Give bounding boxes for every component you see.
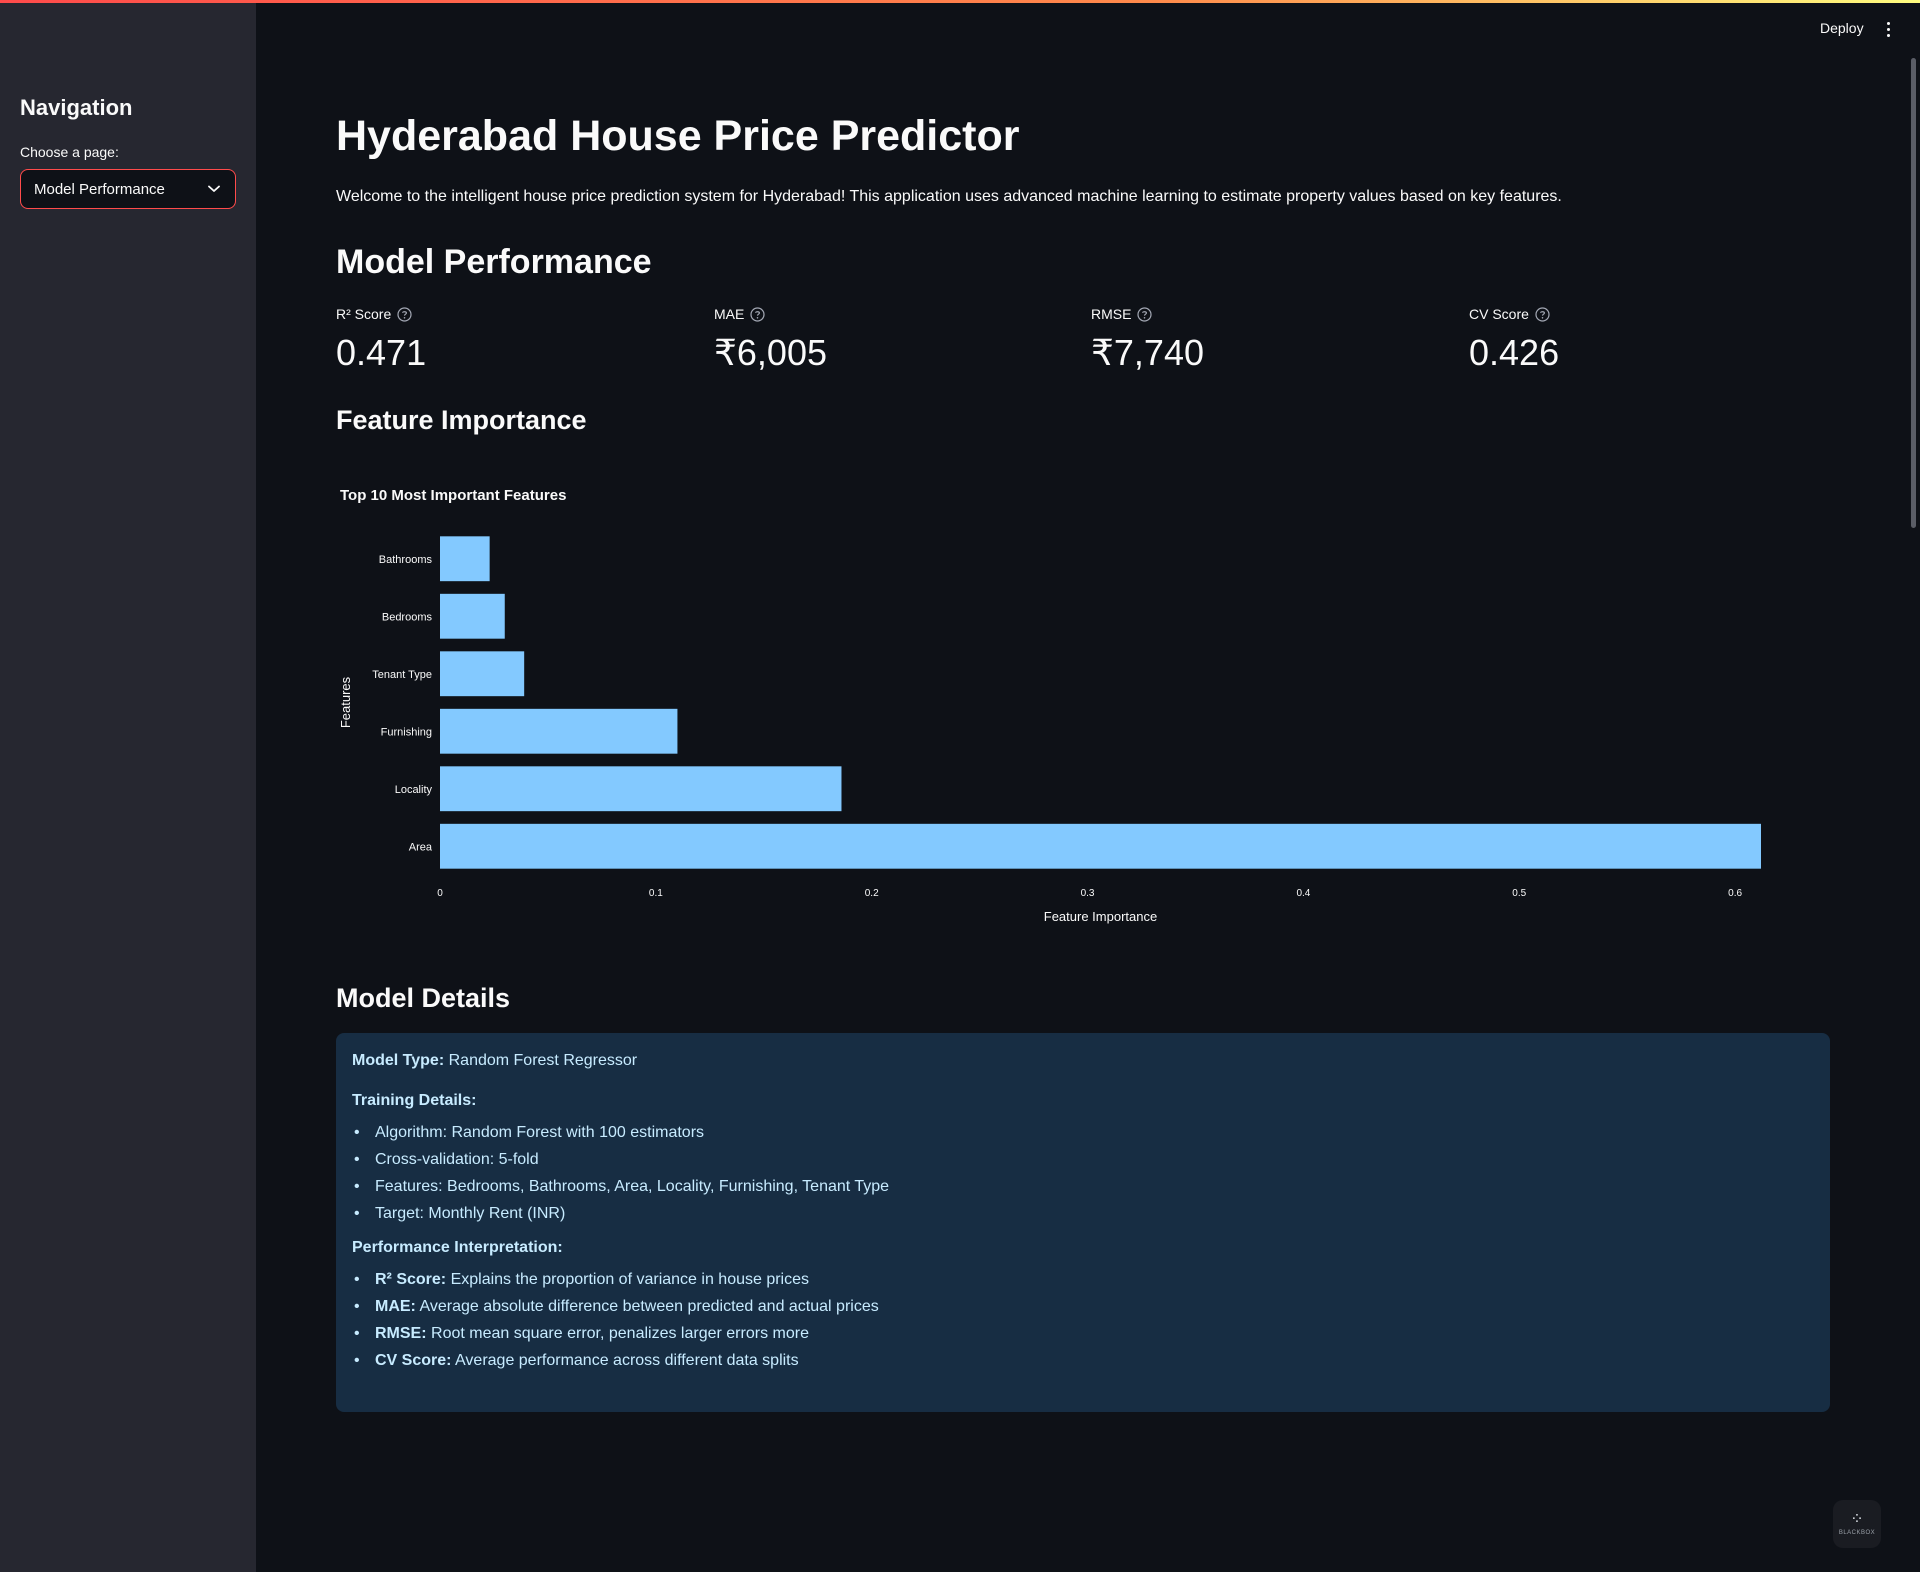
y-tick-label: Tenant Type bbox=[372, 669, 432, 681]
x-tick-label: 0 bbox=[437, 888, 443, 899]
interp-desc: Average performance across different dat… bbox=[455, 1352, 799, 1369]
training-title-text: Training Details: bbox=[352, 1092, 477, 1109]
page-select[interactable]: Model Performance bbox=[20, 169, 236, 209]
list-item: Target: Monthly Rent (INR) bbox=[352, 1204, 1814, 1224]
interp-title-text: Performance Interpretation: bbox=[352, 1239, 563, 1256]
chart-bar bbox=[440, 823, 1761, 869]
chart-bar bbox=[440, 593, 505, 639]
x-tick-label: 0.4 bbox=[1296, 888, 1310, 899]
section-title-model-details: Model Details bbox=[336, 983, 511, 1013]
list-item: CV Score: Average performance across dif… bbox=[352, 1351, 1814, 1371]
chevron-down-icon bbox=[207, 182, 221, 196]
interp-desc: Average absolute difference between pred… bbox=[419, 1298, 879, 1315]
welcome-text: Welcome to the intelligent house price p… bbox=[336, 188, 1562, 205]
feature-importance-chart[interactable]: Top 10 Most Important Features Bathrooms B… bbox=[336, 470, 1830, 940]
y-axis-label: Features bbox=[338, 676, 353, 728]
interp-list: R² Score: Explains the proportion of var… bbox=[352, 1270, 1814, 1371]
training-list: Algorithm: Random Forest with 100 estima… bbox=[352, 1123, 1814, 1224]
list-item: Cross-validation: 5-fold bbox=[352, 1150, 1814, 1170]
blackbox-widget-icon[interactable]: ⁘ BLACKBOX bbox=[1833, 1500, 1881, 1548]
metric-value: 0.471 bbox=[336, 332, 427, 373]
interp-term: R² Score: bbox=[375, 1271, 447, 1288]
list-item: Features: Bedrooms, Bathrooms, Area, Loc… bbox=[352, 1177, 1814, 1197]
metric-label: RMSE bbox=[1091, 306, 1132, 322]
model-details-box: Model Type: Random Forest Regressor Trai… bbox=[336, 1033, 1830, 1412]
section-title-feature-importance: Feature Importance bbox=[336, 405, 587, 435]
blackbox-logo-text: BLACKBOX bbox=[1838, 1530, 1876, 1536]
y-tick-label: Area bbox=[409, 841, 433, 853]
blackbox-logo-icon: ⁘ bbox=[1850, 1511, 1864, 1528]
y-tick-label: Bathrooms bbox=[379, 554, 433, 566]
y-tick-label: Furnishing bbox=[381, 726, 432, 738]
page-title: Hyderabad House Price Predictor bbox=[336, 112, 1020, 160]
interp-desc: Root mean square error, penalizes larger… bbox=[431, 1325, 809, 1342]
chart-bar bbox=[440, 708, 678, 754]
chart-bar bbox=[440, 651, 525, 697]
sidebar: Navigation Choose a page: Model Performa… bbox=[0, 0, 256, 1572]
metric-rmse: RMSE ₹7,740 bbox=[1091, 304, 1451, 374]
help-icon[interactable] bbox=[1137, 306, 1153, 322]
metric-label: R² Score bbox=[336, 306, 392, 322]
chart-bar bbox=[440, 536, 490, 582]
y-tick-label: Locality bbox=[395, 784, 433, 796]
deploy-button[interactable]: Deploy bbox=[1820, 20, 1864, 36]
chart-title: Top 10 Most Important Features bbox=[340, 487, 566, 504]
page-select-label: Choose a page: bbox=[20, 144, 119, 160]
help-icon[interactable] bbox=[750, 306, 765, 322]
interp-term: CV Score: bbox=[375, 1352, 452, 1369]
page-select-value: Model Performance bbox=[34, 180, 165, 198]
interp-title: Performance Interpretation: bbox=[352, 1238, 1814, 1258]
x-tick-label: 0.2 bbox=[865, 888, 879, 899]
list-item: MAE: Average absolute difference between… bbox=[352, 1297, 1814, 1317]
model-type-label: Model Type: bbox=[352, 1052, 445, 1069]
section-title-model-performance: Model Performance bbox=[336, 243, 652, 281]
model-type-value: Random Forest Regressor bbox=[448, 1052, 638, 1069]
x-tick-label: 0.6 bbox=[1728, 888, 1742, 899]
metric-value: ₹7,740 bbox=[1091, 332, 1204, 373]
interp-desc: Explains the proportion of variance in h… bbox=[450, 1271, 810, 1288]
interp-term: MAE: bbox=[375, 1298, 416, 1315]
y-tick-label: Bedrooms bbox=[382, 611, 433, 623]
metric-mae: MAE ₹6,005 bbox=[714, 304, 1074, 374]
metric-label: MAE bbox=[714, 306, 745, 322]
list-item: R² Score: Explains the proportion of var… bbox=[352, 1270, 1814, 1290]
chart-svg: Top 10 Most Important Features Bathrooms B… bbox=[338, 487, 1761, 924]
x-tick-label: 0.3 bbox=[1081, 888, 1095, 899]
x-tick-label: 0.5 bbox=[1512, 888, 1526, 899]
metric-cv: CV Score 0.426 bbox=[1469, 304, 1829, 374]
chart-bar bbox=[440, 766, 842, 812]
list-item: Algorithm: Random Forest with 100 estima… bbox=[352, 1123, 1814, 1143]
help-icon[interactable] bbox=[1535, 306, 1550, 322]
interp-term: RMSE: bbox=[375, 1325, 427, 1342]
x-axis-label: Feature Importance bbox=[1044, 909, 1157, 924]
metric-value: ₹6,005 bbox=[714, 332, 827, 373]
model-type-line: Model Type: Random Forest Regressor bbox=[352, 1051, 1814, 1071]
help-icon[interactable] bbox=[397, 306, 412, 322]
scrollbar-thumb[interactable] bbox=[1911, 58, 1916, 528]
metric-value: 0.426 bbox=[1469, 332, 1560, 373]
sidebar-title: Navigation bbox=[20, 95, 133, 120]
training-title: Training Details: bbox=[352, 1091, 1814, 1111]
top-decoration-bar bbox=[0, 0, 1920, 3]
x-tick-label: 0.1 bbox=[649, 888, 663, 899]
metric-r2: R² Score 0.471 bbox=[336, 304, 696, 374]
list-item: RMSE: Root mean square error, penalizes … bbox=[352, 1324, 1814, 1344]
more-menu-icon[interactable] bbox=[1882, 19, 1894, 39]
metric-label: CV Score bbox=[1469, 306, 1529, 322]
